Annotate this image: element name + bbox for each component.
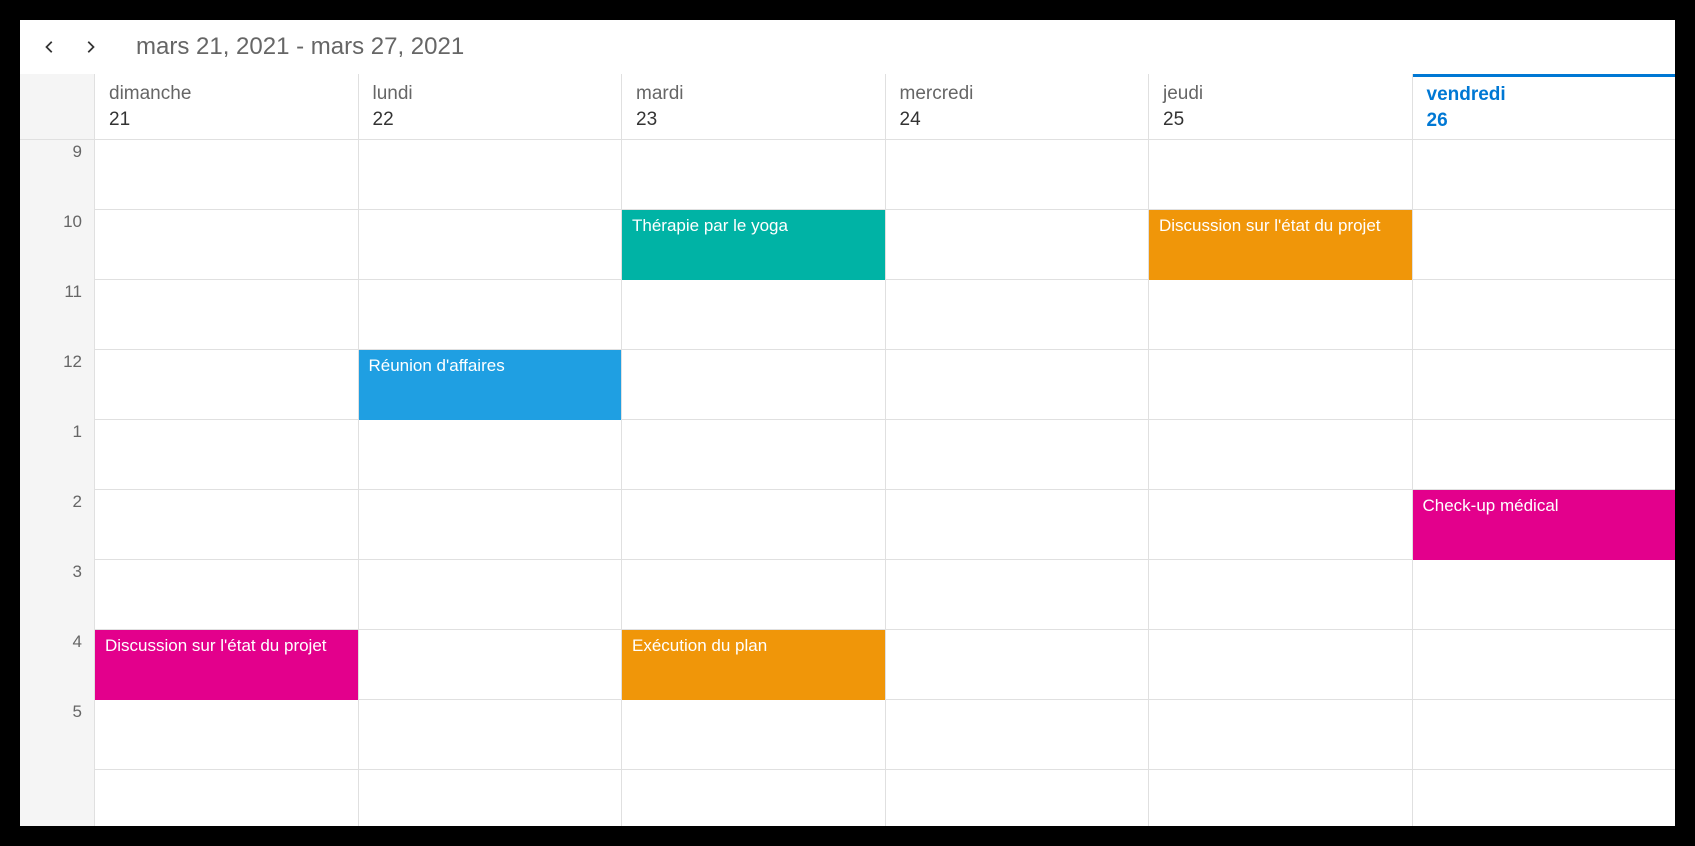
hour-cell[interactable] <box>1149 490 1412 560</box>
hour-cell[interactable] <box>359 490 622 560</box>
hour-cell[interactable] <box>886 350 1149 420</box>
next-button[interactable] <box>76 33 104 61</box>
chevron-left-icon <box>43 40 57 54</box>
date-range-label: mars 21, 2021 - mars 27, 2021 <box>136 33 464 61</box>
calendar-event[interactable]: Check-up médical <box>1413 490 1676 560</box>
day-name-label: mardi <box>636 83 871 105</box>
hour-cell[interactable] <box>1413 630 1676 700</box>
time-gutter-header <box>20 74 95 139</box>
hour-cell[interactable] <box>886 140 1149 210</box>
day-column[interactable]: Discussion sur l'état du projet <box>95 140 359 826</box>
day-headers-row: dimanche 21 lundi 22 mardi 23 mercredi 24 jeudi 2… <box>20 74 1675 140</box>
day-number-label: 23 <box>636 109 871 131</box>
hour-cell[interactable] <box>1413 350 1676 420</box>
day-column[interactable]: Check-up médical <box>1413 140 1676 826</box>
day-column[interactable] <box>886 140 1150 826</box>
hour-cell[interactable] <box>359 140 622 210</box>
hour-cell[interactable] <box>359 700 622 770</box>
hour-cell[interactable] <box>886 280 1149 350</box>
hour-label: 11 <box>20 280 94 350</box>
prev-button[interactable] <box>36 33 64 61</box>
hour-cell[interactable] <box>95 140 358 210</box>
calendar-grid: 910111212345 Discussion sur l'état du pr… <box>20 140 1675 826</box>
day-header[interactable]: vendredi 26 <box>1413 74 1676 139</box>
hour-cell[interactable] <box>622 700 885 770</box>
hour-cell[interactable] <box>886 560 1149 630</box>
hour-cell[interactable] <box>359 420 622 490</box>
hour-cell[interactable] <box>359 280 622 350</box>
calendar-event[interactable]: Discussion sur l'état du projet <box>1149 210 1412 280</box>
hour-cell[interactable] <box>359 630 622 700</box>
calendar-event[interactable]: Réunion d'affaires <box>359 350 622 420</box>
hour-label: 2 <box>20 490 94 560</box>
hour-cell[interactable] <box>622 280 885 350</box>
hour-cell[interactable] <box>1413 420 1676 490</box>
calendar-header: mars 21, 2021 - mars 27, 2021 <box>20 20 1675 74</box>
day-columns: Discussion sur l'état du projet Réunion d… <box>95 140 1675 826</box>
hour-cell[interactable] <box>622 140 885 210</box>
time-gutter: 910111212345 <box>20 140 95 826</box>
day-number-label: 25 <box>1163 109 1398 131</box>
day-name-label: jeudi <box>1163 83 1398 105</box>
day-header[interactable]: mercredi 24 <box>886 74 1150 139</box>
hour-cell[interactable] <box>1149 350 1412 420</box>
day-number-label: 22 <box>373 109 608 131</box>
hour-cell[interactable] <box>95 210 358 280</box>
day-column[interactable]: Discussion sur l'état du projet <box>1149 140 1413 826</box>
day-header[interactable]: jeudi 25 <box>1149 74 1413 139</box>
hour-cell[interactable] <box>1413 140 1676 210</box>
calendar-event[interactable]: Exécution du plan <box>622 630 885 700</box>
day-header[interactable]: dimanche 21 <box>95 74 359 139</box>
hour-cell[interactable] <box>1149 630 1412 700</box>
day-number-label: 21 <box>109 109 344 131</box>
calendar-event[interactable]: Thérapie par le yoga <box>622 210 885 280</box>
hour-cell[interactable] <box>622 560 885 630</box>
hour-label: 12 <box>20 350 94 420</box>
day-name-label: vendredi <box>1427 84 1662 106</box>
hour-cell[interactable] <box>1149 280 1412 350</box>
hour-cell[interactable] <box>1413 280 1676 350</box>
hour-cell[interactable] <box>1413 210 1676 280</box>
hour-cell[interactable] <box>622 350 885 420</box>
hour-cell[interactable] <box>1413 700 1676 770</box>
calendar-event[interactable]: Discussion sur l'état du projet <box>95 630 358 700</box>
hour-cell[interactable] <box>622 490 885 560</box>
hour-cell[interactable] <box>359 560 622 630</box>
hour-cell[interactable] <box>95 560 358 630</box>
day-name-label: dimanche <box>109 83 344 105</box>
hour-label: 4 <box>20 630 94 700</box>
hour-label: 10 <box>20 210 94 280</box>
hour-cell[interactable] <box>95 350 358 420</box>
hour-cell[interactable] <box>1149 700 1412 770</box>
hour-label: 5 <box>20 700 94 770</box>
hour-cell[interactable] <box>1149 420 1412 490</box>
hour-cell[interactable] <box>95 280 358 350</box>
hour-cell[interactable] <box>886 420 1149 490</box>
hour-cell[interactable] <box>359 210 622 280</box>
hour-label: 9 <box>20 140 94 210</box>
day-name-label: mercredi <box>900 83 1135 105</box>
hour-cell[interactable] <box>95 490 358 560</box>
hour-cell[interactable] <box>886 210 1149 280</box>
day-column[interactable]: Réunion d'affaires <box>359 140 623 826</box>
hour-cell[interactable] <box>1149 140 1412 210</box>
day-number-label: 24 <box>900 109 1135 131</box>
hour-cell[interactable] <box>886 700 1149 770</box>
day-column[interactable]: Thérapie par le yoga Exécution du plan <box>622 140 886 826</box>
calendar-window: mars 21, 2021 - mars 27, 2021 dimanche21… <box>20 20 1675 826</box>
day-header[interactable]: lundi 22 <box>359 74 623 139</box>
chevron-right-icon <box>83 40 97 54</box>
hour-cell[interactable] <box>1149 560 1412 630</box>
hour-cell[interactable] <box>886 630 1149 700</box>
day-number-label: 26 <box>1427 110 1662 132</box>
day-name-label: lundi <box>373 83 608 105</box>
hour-cell[interactable] <box>1413 560 1676 630</box>
hour-label: 1 <box>20 420 94 490</box>
day-header[interactable]: mardi 23 <box>622 74 886 139</box>
hour-cell[interactable] <box>622 420 885 490</box>
hour-cell[interactable] <box>95 700 358 770</box>
hour-cell[interactable] <box>95 420 358 490</box>
hour-cell[interactable] <box>886 490 1149 560</box>
hour-label: 3 <box>20 560 94 630</box>
